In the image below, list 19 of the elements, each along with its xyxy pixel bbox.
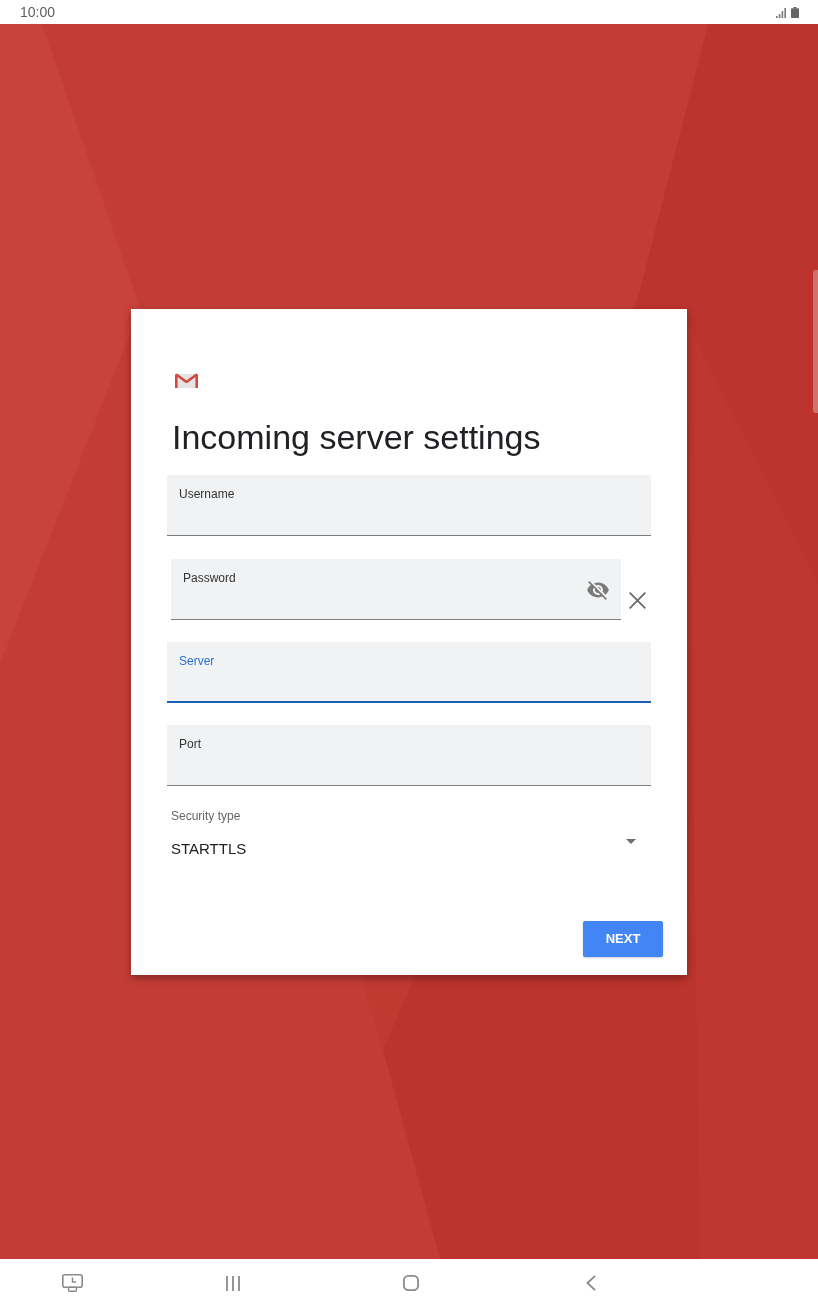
text-field[interactable]: Server bbox=[167, 641, 651, 703]
signal-icon bbox=[776, 7, 786, 18]
home-icon[interactable] bbox=[403, 1275, 419, 1291]
close-icon[interactable] bbox=[629, 591, 646, 609]
text-field[interactable]: Username bbox=[167, 474, 651, 536]
password-field[interactable]: Password bbox=[171, 558, 621, 620]
recent-apps-icon[interactable] bbox=[226, 1275, 240, 1291]
status-time: 10:00 bbox=[20, 4, 56, 20]
battery-icon bbox=[791, 6, 799, 18]
security-type-dropdown[interactable]: STARTTLS bbox=[171, 834, 636, 863]
back-icon[interactable] bbox=[586, 1275, 596, 1291]
next-button[interactable]: NEXT bbox=[583, 920, 663, 957]
screen-clock-icon[interactable] bbox=[61, 1274, 83, 1292]
mail-logo-icon bbox=[175, 371, 198, 388]
caret-icon bbox=[626, 838, 636, 844]
text-field[interactable]: Port bbox=[167, 724, 651, 786]
dialog-title: Incoming server settings bbox=[172, 417, 542, 456]
eye-off-icon[interactable] bbox=[587, 580, 609, 600]
dropdown-label: Security type bbox=[171, 808, 242, 823]
